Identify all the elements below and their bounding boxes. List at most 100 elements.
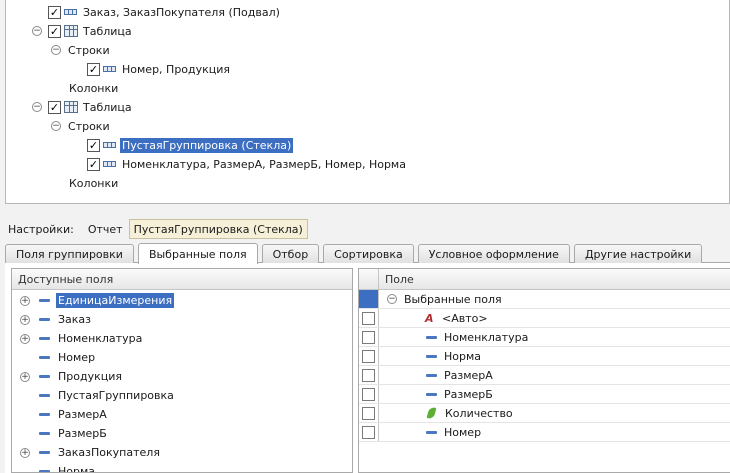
field-icon: [426, 354, 437, 358]
row-selector[interactable]: [359, 290, 379, 308]
settings-row: Настройки: Отчет ПустаяГруппировка (Стек…: [8, 218, 308, 240]
settings-tabs: Поля группировки Выбранные поля Отбор Со…: [5, 243, 706, 264]
table-row[interactable]: Норма: [359, 347, 730, 366]
checkbox-checked[interactable]: ✓: [48, 5, 61, 19]
checkbox-unchecked[interactable]: [362, 311, 375, 325]
settings-label: Настройки:: [8, 222, 74, 236]
table-row[interactable]: Количество: [359, 404, 730, 423]
row-check-cell: [359, 366, 379, 384]
row-check-cell: [359, 404, 379, 422]
expand-icon[interactable]: +: [20, 314, 30, 325]
table-icon: [64, 25, 78, 37]
table-row[interactable]: РазмерА: [359, 366, 730, 385]
field-label: Продукция: [58, 370, 122, 383]
field-icon: [39, 299, 50, 302]
column-header-label: Доступные поля: [18, 272, 114, 286]
field-label: Номер: [444, 425, 482, 439]
row-check-cell: [359, 385, 379, 403]
available-fields-header: Доступные поля: [12, 269, 352, 290]
tab-other-settings[interactable]: Другие настройки: [573, 244, 703, 263]
checkbox-unchecked[interactable]: [362, 330, 375, 344]
field-label: РазмерА: [444, 368, 493, 382]
field-icon: [426, 392, 437, 396]
checkbox-checked[interactable]: ✓: [48, 100, 61, 114]
collapse-icon[interactable]: −: [51, 45, 61, 55]
expand-icon[interactable]: +: [20, 447, 30, 458]
list-item[interactable]: РазмерБ: [12, 424, 352, 443]
fields-icon: [64, 9, 77, 15]
field-label: Номенклатура: [444, 330, 529, 344]
field-icon: [39, 432, 50, 435]
checkbox-unchecked[interactable]: [362, 368, 375, 382]
tab-label: Выбранные поля: [148, 247, 247, 261]
list-item[interactable]: + Номенклатура: [12, 329, 352, 348]
tree-node-columns-2[interactable]: Колонки: [69, 174, 118, 192]
tab-sort[interactable]: Сортировка: [323, 244, 414, 263]
fields-icon: [103, 142, 116, 148]
selected-fields-group-row[interactable]: − Выбранные поля: [359, 290, 730, 309]
list-item[interactable]: РазмерА: [12, 405, 352, 424]
tree-node-nomenklatura-fields[interactable]: ✓ Номенклатура, РазмерА, РазмерБ, Номер,…: [87, 155, 406, 173]
list-item[interactable]: + Продукция: [12, 367, 352, 386]
checkbox-unchecked[interactable]: [362, 406, 375, 420]
available-fields-grid: Доступные поля + ЕдиницаИзмерения + Зака…: [11, 268, 353, 473]
tab-label: Отбор: [272, 247, 309, 261]
tree-node-table-1[interactable]: − ✓ Таблица: [32, 22, 132, 40]
field-icon: [39, 394, 50, 397]
list-item[interactable]: ПустаяГруппировка: [12, 386, 352, 405]
list-item[interactable]: + ЗаказПокупателя: [12, 443, 352, 462]
list-item[interactable]: + ЕдиницаИзмерения: [12, 291, 352, 310]
field-icon: [39, 413, 50, 416]
tree-node-rows-2[interactable]: − Строки: [51, 117, 110, 135]
field-label: Заказ: [58, 313, 92, 326]
fields-icon: [103, 66, 116, 72]
expand-icon[interactable]: +: [20, 333, 30, 344]
list-item[interactable]: + Заказ: [12, 310, 352, 329]
tree-node-label: Номер, Продукция: [122, 62, 231, 76]
tree-node-rows-1[interactable]: − Строки: [51, 41, 110, 59]
collapse-icon[interactable]: −: [32, 102, 42, 112]
selected-fields-header: Поле: [359, 269, 730, 290]
tab-grouping-fields[interactable]: Поля группировки: [5, 244, 134, 263]
field-label: РазмерБ: [444, 387, 493, 401]
field-label: Номенклатура: [58, 332, 143, 345]
expand-icon[interactable]: +: [20, 371, 30, 382]
row-check-cell: [359, 423, 379, 441]
checkbox-unchecked[interactable]: [362, 349, 375, 363]
table-row[interactable]: Номер: [359, 423, 730, 442]
checkbox-unchecked[interactable]: [362, 387, 375, 401]
tree-node-label: Строки: [68, 43, 110, 57]
tab-selected-fields[interactable]: Выбранные поля: [137, 243, 258, 264]
table-row[interactable]: Номенклатура: [359, 328, 730, 347]
report-field[interactable]: ПустаяГруппировка (Стекла): [128, 219, 308, 239]
tree-node-table-2[interactable]: − ✓ Таблица: [32, 98, 132, 116]
list-item[interactable]: Норма: [12, 462, 352, 472]
collapse-icon[interactable]: −: [51, 121, 61, 131]
list-item[interactable]: Номер: [12, 348, 352, 367]
collapse-icon[interactable]: −: [32, 26, 42, 36]
checkbox-checked[interactable]: ✓: [48, 24, 61, 38]
tree-node-podval[interactable]: ✓ Заказ, ЗаказПокупателя (Подвал): [48, 3, 280, 21]
checkbox-checked[interactable]: ✓: [87, 62, 100, 76]
table-icon: [64, 101, 78, 113]
checkbox-unchecked[interactable]: [362, 425, 375, 439]
checkbox-checked[interactable]: ✓: [87, 157, 100, 171]
tree-node-label: Заказ, ЗаказПокупателя (Подвал): [83, 5, 280, 19]
field-label: ПустаяГруппировка: [58, 389, 174, 402]
table-row[interactable]: РазмерБ: [359, 385, 730, 404]
report-value: ПустаяГруппировка (Стекла): [133, 222, 303, 236]
report-label: Отчет: [87, 222, 123, 236]
tab-conditional-format[interactable]: Условное оформление: [417, 244, 570, 263]
table-row[interactable]: A <Авто>: [359, 309, 730, 328]
tab-label: Поля группировки: [16, 247, 123, 261]
tab-filter[interactable]: Отбор: [261, 244, 320, 263]
tree-node-empty-grouping[interactable]: ✓ ПустаяГруппировка (Стекла): [87, 136, 294, 154]
tree-node-nomer-produkciya[interactable]: ✓ Номер, Продукция: [87, 60, 230, 78]
tab-label: Другие настройки: [584, 247, 692, 261]
expand-icon[interactable]: +: [20, 295, 30, 306]
tree-node-label: Таблица: [83, 100, 132, 114]
checkbox-checked[interactable]: ✓: [87, 138, 100, 152]
collapse-icon[interactable]: −: [387, 294, 397, 304]
tree-node-label: Таблица: [83, 24, 132, 38]
tree-node-columns-1[interactable]: Колонки: [69, 79, 118, 97]
